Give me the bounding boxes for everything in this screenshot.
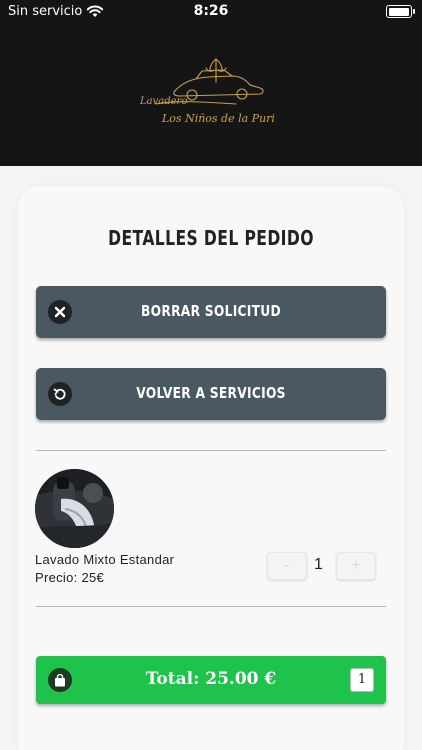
divider: [36, 450, 386, 451]
brand-line1: Lavadero: [140, 96, 188, 107]
product-name: Lavado Mixto Estandar: [35, 552, 175, 567]
clear-request-button[interactable]: BORRAR SOLICITUD: [36, 286, 386, 338]
decrease-quantity-button[interactable]: -: [267, 552, 307, 580]
brand-line2: Los Niños de la Puri: [162, 112, 275, 125]
checkout-total-button[interactable]: Total: 25.00 € 1: [36, 656, 386, 704]
header: Lavadero Los Niños de la Puri: [0, 24, 422, 166]
battery-icon: [386, 5, 415, 18]
clock: 8:26: [193, 3, 229, 19]
product-image: [35, 469, 114, 548]
back-to-services-label: VOLVER A SERVICIOS: [136, 384, 286, 402]
increase-quantity-button[interactable]: +: [336, 552, 376, 580]
page-title: DETALLES DEL PEDIDO: [108, 226, 314, 250]
back-to-services-button[interactable]: VOLVER A SERVICIOS: [36, 368, 386, 420]
clear-request-label: BORRAR SOLICITUD: [141, 302, 281, 320]
cart-count-badge: 1: [350, 668, 374, 692]
total-amount: Total: 25.00 €: [145, 669, 277, 689]
brand-logo: Lavadero Los Niños de la Puri: [136, 58, 286, 138]
quantity-value: 1: [314, 556, 323, 573]
divider: [36, 606, 386, 607]
product-price: Precio: 25€: [35, 570, 105, 585]
status-bar: Sin servicio 8:26: [0, 0, 422, 24]
